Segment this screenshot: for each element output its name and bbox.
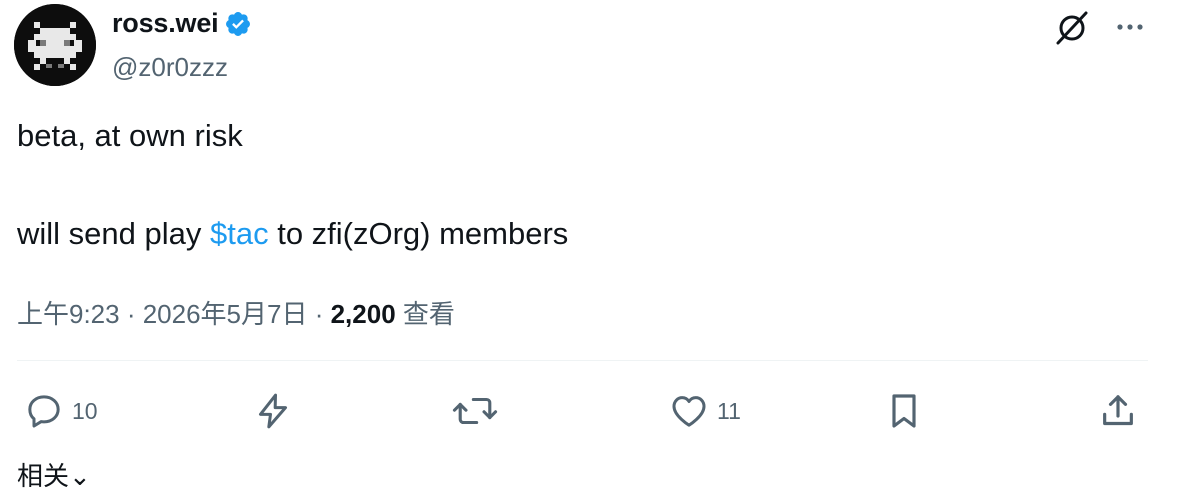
like-icon — [672, 396, 706, 427]
share-button[interactable] — [1098, 388, 1138, 434]
tweet-text-line-2: will send play $tac to zfi(zOrg) members — [17, 216, 568, 252]
boost-button[interactable] — [253, 388, 293, 434]
tweet-text-line-1: beta, at own risk — [17, 118, 243, 153]
share-icon — [1103, 395, 1133, 426]
views-count: 2,200 — [330, 299, 396, 329]
related-section-toggle[interactable]: 相关⌄ — [17, 456, 91, 493]
tweet-date[interactable]: 2026年5月7日 — [143, 299, 308, 329]
grok-icon[interactable] — [1052, 8, 1092, 48]
bookmark-icon — [892, 394, 916, 428]
divider — [17, 360, 1148, 361]
related-label: 相关 — [17, 461, 70, 491]
tweet-text-segment: to zfi(zOrg) members — [268, 216, 569, 251]
bookmark-button[interactable] — [884, 388, 924, 434]
chevron-down-icon: ⌄ — [69, 461, 91, 491]
verified-badge-icon[interactable] — [224, 10, 252, 38]
reply-count: 10 — [72, 397, 98, 424]
like-button[interactable]: 11 — [669, 388, 741, 434]
reply-button[interactable]: 10 — [24, 388, 98, 434]
author-display-name[interactable]: ross.wei — [112, 8, 219, 39]
like-count: 11 — [717, 397, 741, 424]
tweet-time[interactable]: 上午9:23 — [17, 299, 120, 329]
avatar[interactable] — [14, 4, 96, 86]
author-name-row: ross.wei — [112, 8, 252, 39]
meta-separator: · — [119, 299, 143, 329]
more-options-icon[interactable] — [1112, 12, 1148, 42]
tweet-meta: 上午9:23 · 2026年5月7日 · 2,200 查看 — [17, 294, 455, 331]
lightning-icon — [259, 393, 287, 429]
pixel-invader-avatar-icon — [14, 4, 96, 86]
meta-separator: · — [307, 299, 331, 329]
author-handle[interactable]: @z0r0zzz — [112, 52, 228, 83]
cashtag-link[interactable]: $tac — [210, 216, 269, 251]
reply-icon — [28, 395, 60, 428]
retweet-button[interactable] — [452, 388, 498, 434]
tweet-text-segment: will send play — [17, 216, 210, 251]
retweet-icon — [452, 397, 498, 425]
views-label: 查看 — [395, 299, 455, 329]
